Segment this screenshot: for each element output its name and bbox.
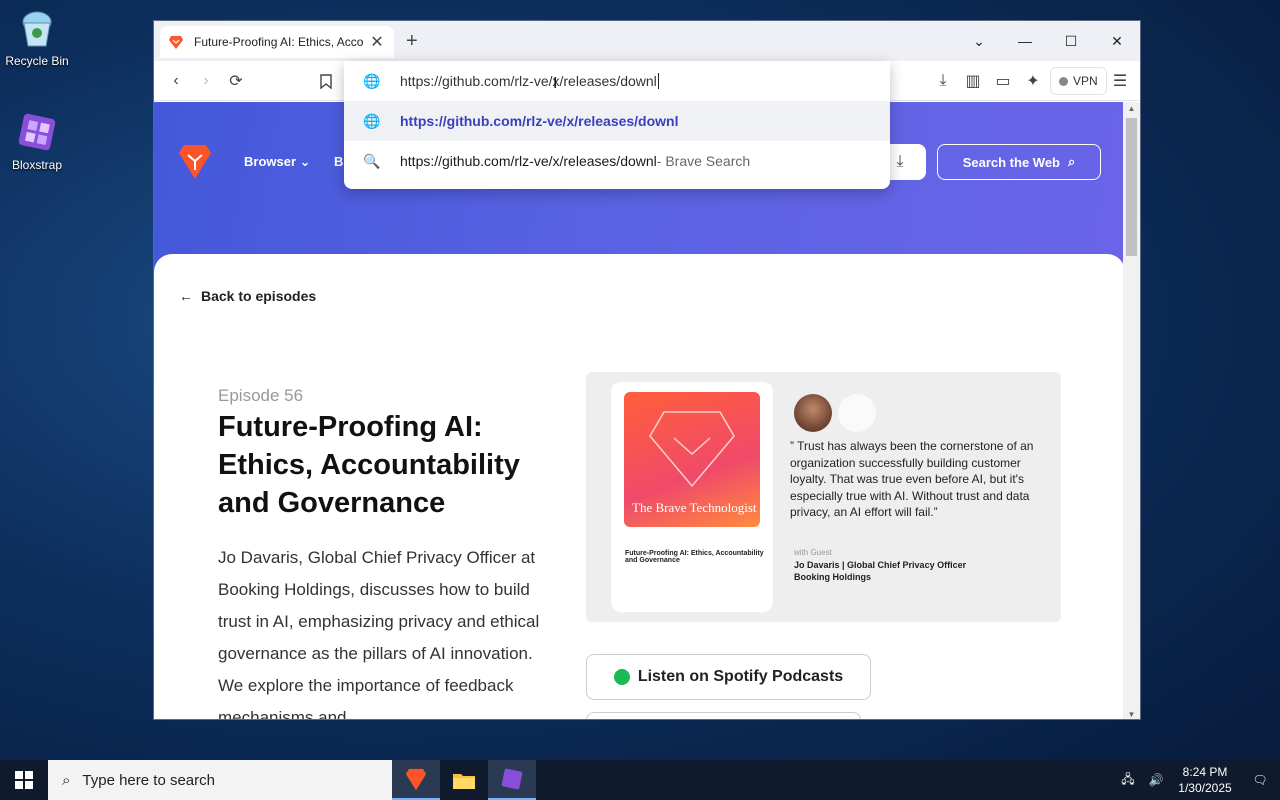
search-the-web-button[interactable]: Search the Web ⌕ [937,144,1101,180]
windows-logo-icon [15,771,33,789]
globe-icon: 🌐 [363,72,381,89]
search-the-web-label: Search the Web [962,154,1060,170]
tab-title: Future-Proofing AI: Ethics, Acco [194,35,364,49]
wallet-icon[interactable]: ▭ [991,69,1015,93]
suggestion-suffix: - Brave Search [656,153,751,169]
guest-avatar [794,394,832,432]
clock-date: 1/30/2025 [1178,781,1232,795]
desktop-icon-recycle-bin[interactable]: Recycle Bin [0,6,74,68]
clock-time: 8:24 PM [1182,765,1228,779]
suggestion-search[interactable]: 🔍 https://github.com/rlz-ve/x/releases/d… [344,141,890,181]
guest-label: with Guest [794,548,832,557]
back-icon[interactable]: ‹ [164,69,188,93]
nav-browser-label: Browser [244,154,297,169]
search-icon: 🔍 [363,152,381,169]
bloxstrap-icon [501,768,523,790]
nav-item-2[interactable]: B [334,154,343,169]
scroll-up-icon[interactable]: ▲ [1123,104,1140,113]
tab-strip: Future-Proofing AI: Ethics, Acco ✕ + ⌄ —… [154,21,1140,61]
forward-icon[interactable]: › [194,69,218,93]
bloxstrap-icon [15,110,59,154]
browser-window: Future-Proofing AI: Ethics, Acco ✕ + ⌄ —… [153,20,1141,720]
suggestion-url[interactable]: 🌐 https://github.com/rlz-ve/x/releases/d… [344,101,890,141]
omnibox-dropdown: 🌐 https://github.com/rlz-ve/x/releases/d… [344,61,890,189]
notification-icon[interactable]: 🗨 [1240,773,1280,787]
minimize-icon[interactable]: — [1002,21,1048,61]
folder-icon [453,774,475,789]
back-label: Back to episodes [201,288,317,304]
poster-title: The Brave Technologist [632,500,757,515]
start-button[interactable] [0,760,48,800]
taskbar-brave[interactable] [392,760,440,800]
guest-name: Jo Davaris | Global Chief Privacy Office… [794,560,967,582]
episode-title: Future-Proofing AI: Ethics, Accountabili… [218,411,520,519]
close-window-icon[interactable]: ✕ [1094,21,1140,61]
vpn-status-icon [1059,76,1068,86]
recycle-bin-icon [15,6,59,50]
taskbar-search[interactable]: ⌕ Type here to search [48,760,392,800]
brave-icon [405,768,427,791]
vpn-label: VPN [1073,74,1098,88]
back-to-episodes-link[interactable]: ← Back to episodes [179,288,316,304]
address-bar[interactable]: 🌐 https://github.com/rlz-ve/x/releases/d… [344,61,890,101]
taskbar-search-placeholder: Type here to search [82,771,215,789]
brave-favicon-icon [168,34,184,50]
menu-icon[interactable]: ☰ [1108,69,1132,93]
network-icon[interactable]: 🖧 [1114,770,1142,791]
scrollbar-thumb[interactable] [1126,118,1137,256]
podcast-poster: The Brave Technologist Future-Proofing A… [611,382,773,612]
nav-browser[interactable]: Browser ⌄ [244,154,311,170]
page-viewport: Browser ⌄ B ⤓ Search the Web ⌕ ← Back to… [154,102,1125,720]
globe-icon: 🌐 [363,112,381,129]
listen-spotify-button[interactable]: Listen on Spotify Podcasts [586,654,871,700]
brave-logo-icon[interactable] [178,142,212,180]
clock[interactable]: 8:24 PM 1/30/2025 [1170,764,1240,796]
listen-button-2[interactable] [586,712,861,719]
listen-spotify-label: Listen on Spotify Podcasts [637,668,844,685]
desktop-icon-label: Recycle Bin [5,54,69,68]
arrow-left-icon: ← [179,288,193,304]
taskbar: ⌕ Type here to search 🖧 🔊 8:24 PM 1/30/2… [0,760,1280,800]
search-icon: ⌕ [1068,154,1076,169]
poster-cover: The Brave Technologist [624,392,760,527]
reload-icon[interactable]: ⟳ [224,69,248,93]
suggestion-text: https://github.com/rlz-ve/x/releases/dow… [400,113,679,129]
page-scrollbar[interactable]: ▲ ▼ [1123,102,1140,719]
desktop-icon-label: Bloxstrap [11,158,63,172]
search-icon: ⌕ [62,771,71,789]
volume-icon[interactable]: 🔊 [1142,773,1170,787]
desktop-icon-bloxstrap[interactable]: Bloxstrap [0,110,74,172]
address-text: https://github.com/rlz-ve/x/releases/dow… [400,73,657,89]
maximize-icon[interactable]: ☐ [1048,21,1094,61]
system-tray: 🖧 🔊 8:24 PM 1/30/2025 🗨 [1114,760,1280,800]
text-caret [657,73,659,89]
episode-artwork: The Brave Technologist Future-Proofing A… [586,372,1061,622]
sidebar-icon[interactable]: ▥ [961,69,985,93]
suggestion-text: https://github.com/rlz-ve/x/releases/dow… [400,153,657,169]
taskbar-bloxstrap[interactable] [488,760,536,800]
guest-quote: ” Trust has always been the cornerstone … [790,439,1034,519]
episode-number: Episode 56 [218,386,304,405]
downloads-icon[interactable]: ⤓ [931,69,955,93]
window-controls: ⌄ — ☐ ✕ [956,21,1140,61]
leo-ai-icon[interactable]: ✦ [1021,69,1045,93]
new-tab-icon[interactable]: + [406,30,418,53]
taskbar-file-explorer[interactable] [440,760,488,800]
episode-card: ← Back to episodes Episode 56 Future-Pro… [154,254,1125,720]
scroll-down-icon[interactable]: ▼ [1123,710,1140,719]
poster-caption: Future-Proofing AI: Ethics, Accountabili… [625,550,764,564]
text-cursor-icon: I [553,75,558,92]
vpn-button[interactable]: VPN [1050,67,1107,95]
tab-search-icon[interactable]: ⌄ [956,21,1002,61]
tab-active[interactable]: Future-Proofing AI: Ethics, Acco ✕ [160,26,394,58]
spotify-icon [613,669,630,685]
tab-close-icon[interactable]: ✕ [368,32,386,52]
company-logo [838,394,876,432]
episode-description: Jo Davaris, Global Chief Privacy Officer… [218,548,540,720]
bookmark-icon[interactable] [314,69,338,93]
